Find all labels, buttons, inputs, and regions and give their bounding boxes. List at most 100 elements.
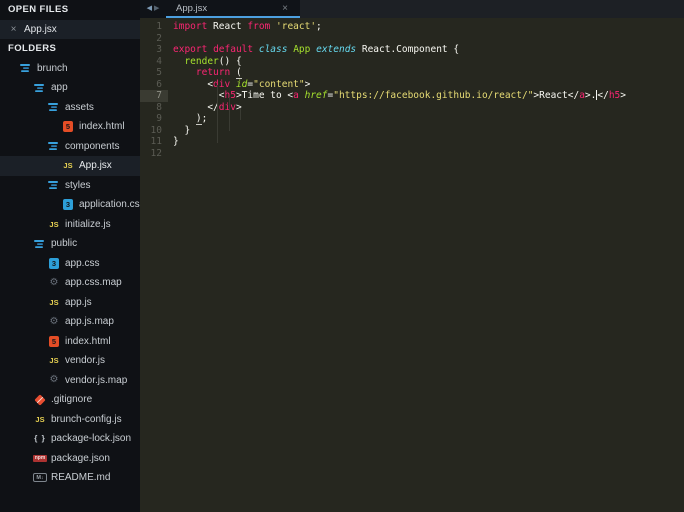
tree-item-label: app.js <box>65 296 92 308</box>
tree-file-app-css[interactable]: 3 app.css <box>0 254 140 274</box>
code-token: export <box>173 44 208 55</box>
tree-file-vendor-js-map[interactable]: ⚙ vendor.js.map <box>0 371 140 391</box>
code-token: >. <box>584 90 597 101</box>
code-token: from <box>247 21 271 32</box>
line-number: 3 <box>156 44 162 55</box>
tab-prev-icon[interactable]: ◀ <box>147 0 152 18</box>
tree-folder-components[interactable]: components <box>0 137 140 157</box>
code-token: React.Component { <box>356 44 460 55</box>
tree-folder-assets[interactable]: assets <box>0 98 140 118</box>
tree-file-index-html[interactable]: 5 index.html <box>0 117 140 137</box>
tree-file-package-json[interactable]: npm package.json <box>0 449 140 469</box>
code-line-11[interactable]: } <box>173 136 684 148</box>
editor-window: OPEN FILES × App.jsx FOLDERS brunch app as… <box>0 0 684 512</box>
tree-file-app-jsx[interactable]: JS App.jsx <box>0 156 140 176</box>
css-icon: 3 <box>61 198 75 212</box>
tree-folder-app[interactable]: app <box>0 78 140 98</box>
tree-item-label: vendor.js <box>65 355 106 367</box>
tab-close-icon[interactable]: × <box>282 3 300 14</box>
line-number: 12 <box>150 147 162 159</box>
code-line-4[interactable]: render() { <box>173 56 684 68</box>
folder-icon <box>19 61 33 75</box>
tree-file-app-css-map[interactable]: ⚙ app.css.map <box>0 273 140 293</box>
tree-file-initialize-js[interactable]: JS initialize.js <box>0 215 140 235</box>
line-number: 1 <box>156 21 162 32</box>
tab-appjsx[interactable]: App.jsx × <box>166 0 300 18</box>
tree-item-label: README.md <box>51 472 111 484</box>
code-token: </ <box>173 101 219 113</box>
code-token: React <box>207 21 248 32</box>
tree-file-index-html[interactable]: 5 index.html <box>0 332 140 352</box>
folder-icon <box>47 139 61 153</box>
code-token: div <box>218 101 236 113</box>
tree-file-vendor-js[interactable]: JS vendor.js <box>0 351 140 371</box>
css-icon: 3 <box>47 256 61 270</box>
code-line-3[interactable]: export default class App extends React.C… <box>173 44 684 56</box>
code-line-9[interactable]: ); <box>173 113 684 125</box>
code-token: default <box>213 44 254 55</box>
code-token: App <box>293 44 311 55</box>
line-number-gutter: 1 2 3 4 5 6 7 8 9 10 11 12 <box>140 21 168 159</box>
js-icon: JS <box>63 161 73 171</box>
tree-item-label: initialize.js <box>65 218 111 230</box>
tab-bar: ◀ ▶ App.jsx × <box>140 0 684 18</box>
js-icon: JS <box>35 414 45 424</box>
code-token: div <box>213 78 231 90</box>
tree-folder-public[interactable]: public <box>0 234 140 254</box>
line-number: 5 <box>156 67 162 78</box>
tree-file-application-css[interactable]: 3 application.css <box>0 195 140 215</box>
git-icon <box>33 393 47 407</box>
tree-file--gitignore[interactable]: .gitignore <box>0 390 140 410</box>
folder-icon <box>47 178 61 192</box>
tree-item-label: app.css.map <box>65 277 122 289</box>
code-lines: import React from 'react'; export default… <box>173 21 684 159</box>
indent-guide <box>229 96 230 131</box>
tab-next-icon[interactable]: ▶ <box>154 0 159 18</box>
tree-item-label: vendor.js.map <box>65 374 128 386</box>
close-icon[interactable]: × <box>7 24 20 35</box>
code-line-7[interactable]: <h5>Time to <a href="https://facebook.gi… <box>173 90 684 102</box>
code-line-6[interactable]: <div id="content"> <box>173 79 684 91</box>
html-icon: 5 <box>61 120 75 134</box>
code-line-2[interactable] <box>173 33 684 45</box>
tree-item-label: package.json <box>51 452 110 464</box>
code-line-1[interactable]: import React from 'react'; <box>173 21 684 33</box>
map-icon: ⚙ <box>49 276 59 288</box>
code-token: < <box>173 78 214 90</box>
tree-item-label: app.css <box>65 257 100 269</box>
tree-item-label: brunch-config.js <box>51 413 122 425</box>
tree-file-brunch-config-js[interactable]: JS brunch-config.js <box>0 410 140 430</box>
code-line-12[interactable] <box>173 148 684 160</box>
code-line-8[interactable]: </div> <box>173 102 684 114</box>
file-tree: brunch app assets 5 index.html components JS Ap… <box>0 59 140 488</box>
tree-item-label: App.jsx <box>79 160 112 172</box>
code-token: ; <box>316 21 322 32</box>
code-token: } <box>173 124 191 136</box>
tree-file-app-js-map[interactable]: ⚙ app.js.map <box>0 312 140 332</box>
html-icon: 5 <box>47 334 61 348</box>
tree-file-readme-md[interactable]: M↓ README.md <box>0 468 140 488</box>
folder-icon <box>47 100 61 114</box>
code-token: > <box>620 90 627 101</box>
tree-file-app-js[interactable]: JS app.js <box>0 293 140 313</box>
code-token: extends <box>316 44 357 55</box>
code-line-5[interactable]: return ( <box>173 67 684 79</box>
code-area[interactable]: 1 2 3 4 5 6 7 8 9 10 11 12 import React from 'react… <box>140 18 684 512</box>
tree-file-package-lock-json[interactable]: { } package-lock.json <box>0 429 140 449</box>
tree-item-label: components <box>65 140 120 152</box>
indent-guide <box>217 85 218 143</box>
code-token: render <box>184 55 219 67</box>
tree-folder-styles[interactable]: styles <box>0 176 140 196</box>
tab-scroll-arrows: ◀ ▶ <box>140 0 166 18</box>
open-file-item[interactable]: × App.jsx <box>0 19 140 39</box>
code-token: import <box>173 21 208 32</box>
tree-folder-brunch[interactable]: brunch <box>0 59 140 79</box>
js-icon: JS <box>49 219 59 229</box>
code-token: >Time to < <box>235 90 294 101</box>
code-line-10[interactable]: } <box>173 125 684 137</box>
tree-item-label: app <box>51 82 68 94</box>
tree-item-label: .gitignore <box>51 394 93 406</box>
sidebar: OPEN FILES × App.jsx FOLDERS brunch app as… <box>0 0 140 512</box>
